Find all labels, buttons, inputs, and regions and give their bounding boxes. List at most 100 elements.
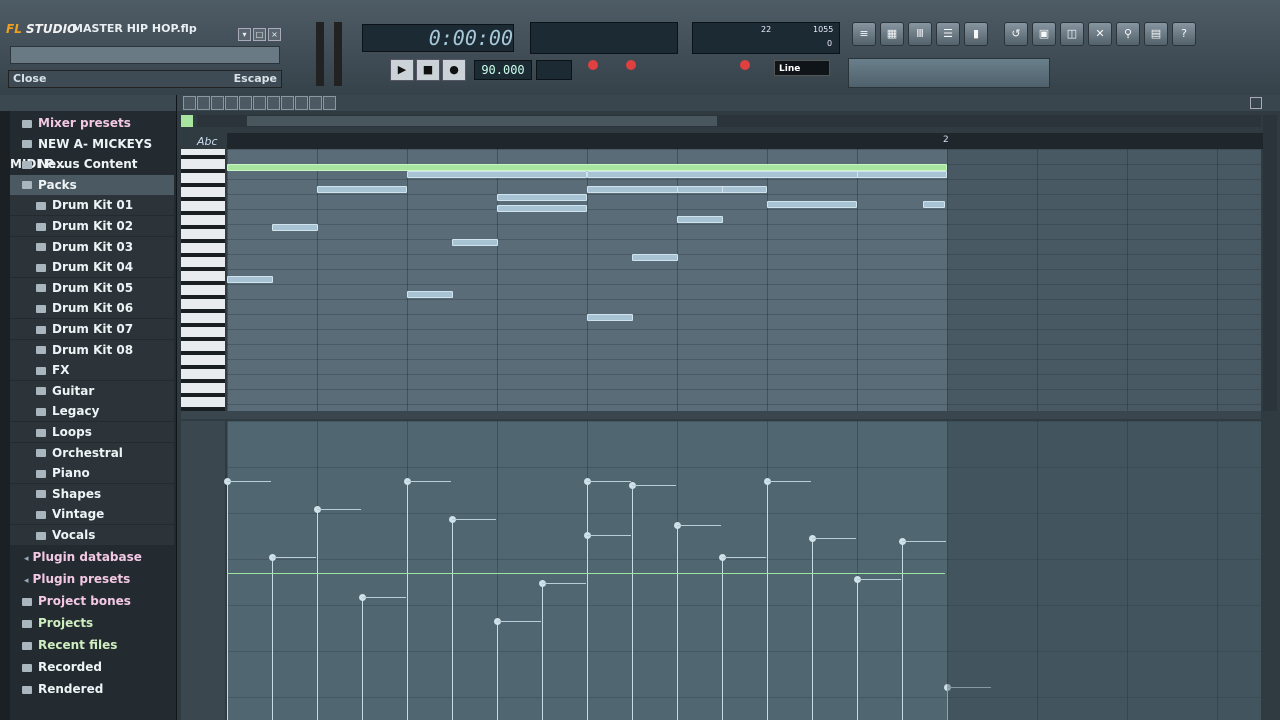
browser-scrollbar[interactable] (0, 111, 10, 720)
note-block[interactable] (407, 291, 453, 298)
note-block[interactable] (317, 186, 407, 193)
velocity-stem[interactable] (494, 618, 501, 720)
note-block[interactable] (632, 254, 678, 261)
label-tool[interactable]: Abc (197, 135, 218, 148)
browser-item[interactable]: NEW A- MICKEYS MIDI P... (10, 134, 174, 171)
browser-item[interactable]: Orchestral (10, 442, 174, 463)
browser-item[interactable]: Guitar (10, 380, 174, 401)
browser-item[interactable]: Drum Kit 04 (10, 257, 174, 278)
note-block[interactable] (677, 216, 723, 223)
search-icon[interactable]: ⚲ (1116, 22, 1140, 46)
note-block[interactable] (767, 201, 857, 208)
menu-arrow-icon[interactable]: ▾ (238, 28, 251, 41)
velocity-stem[interactable] (584, 532, 591, 720)
browser-item[interactable]: Drum Kit 08 (10, 339, 174, 360)
horizontal-scrollbar[interactable] (197, 115, 1261, 127)
piano-keyboard[interactable] (181, 149, 225, 411)
browser-item[interactable]: Drum Kit 06 (10, 298, 174, 319)
browser-item[interactable]: Drum Kit 05 (10, 277, 174, 298)
tools-icon[interactable]: ✕ (1088, 22, 1112, 46)
browser-item[interactable]: Drum Kit 02 (10, 216, 174, 236)
close-hint-bar[interactable]: Close Escape (8, 70, 282, 88)
note-block[interactable] (452, 239, 498, 246)
tempo-display[interactable]: 90.000 (474, 60, 532, 80)
note-block[interactable] (677, 186, 723, 193)
snap-tool-icon[interactable] (197, 96, 210, 110)
velocity-stem[interactable] (314, 506, 321, 720)
browser-item[interactable]: Loops (10, 422, 174, 442)
time-display[interactable]: 0:00:00 (362, 24, 514, 52)
stop-icon[interactable]: ■ (416, 59, 440, 81)
velocity-stem[interactable] (539, 580, 546, 720)
browser-item[interactable]: Project bones (10, 591, 174, 611)
browser-header[interactable] (0, 95, 176, 111)
velocity-stem[interactable] (359, 594, 366, 720)
menu-tool-icon[interactable] (183, 96, 196, 110)
velocity-stem[interactable] (224, 478, 231, 720)
delete-tool-icon[interactable] (253, 96, 266, 110)
browser-item[interactable]: Nexus Content (10, 154, 174, 174)
mixer-icon[interactable]: ▮ (964, 22, 988, 46)
close-icon[interactable]: × (268, 28, 281, 41)
master-volume-slider[interactable] (316, 22, 324, 86)
master-pitch-slider[interactable] (334, 22, 342, 86)
note-block[interactable] (497, 205, 587, 212)
restore-icon[interactable]: □ (253, 28, 266, 41)
velocity-stem[interactable] (764, 478, 771, 720)
playlist-icon[interactable]: ≡ (852, 22, 876, 46)
browser-item[interactable]: Packs (10, 174, 174, 195)
render-icon[interactable]: ◫ (1060, 22, 1084, 46)
step-sequencer-icon[interactable]: ▦ (880, 22, 904, 46)
playback-tool-icon[interactable] (323, 96, 336, 110)
browser-item[interactable]: Legacy (10, 401, 174, 422)
velocity-stem[interactable] (809, 535, 816, 720)
record-mode-icon[interactable] (588, 60, 598, 70)
paint-tool-icon[interactable] (239, 96, 252, 110)
magnet-tool-icon[interactable] (211, 96, 224, 110)
play-icon[interactable]: ▶ (390, 59, 414, 81)
velocity-stem[interactable] (269, 554, 276, 720)
loop-record-icon[interactable] (626, 60, 636, 70)
browser-item[interactable]: ◂ Plugin database (10, 547, 174, 567)
velocity-stem[interactable] (719, 554, 726, 720)
note-block[interactable] (227, 276, 273, 283)
browser-item[interactable]: Drum Kit 07 (10, 319, 174, 339)
plugin-hint-box[interactable] (848, 58, 1050, 88)
time-ruler[interactable]: 2 (227, 133, 1263, 149)
velocity-stem[interactable] (404, 478, 411, 720)
browser-item[interactable]: Projects (10, 613, 174, 633)
browser-item[interactable]: Drum Kit 03 (10, 236, 174, 257)
record-icon[interactable]: ● (442, 59, 466, 81)
velocity-stem[interactable] (629, 482, 636, 720)
mute-tool-icon[interactable] (267, 96, 280, 110)
channel-list-icon[interactable]: ☰ (936, 22, 960, 46)
select-tool-icon[interactable] (295, 96, 308, 110)
zoom-tool-icon[interactable] (309, 96, 322, 110)
velocity-stem[interactable] (854, 576, 861, 720)
draw-tool-icon[interactable] (225, 96, 238, 110)
note-block[interactable] (407, 171, 587, 178)
save-icon[interactable]: ▣ (1032, 22, 1056, 46)
browser-item[interactable]: Recent files (10, 635, 174, 655)
mode-select[interactable]: Line (774, 60, 830, 76)
note-block[interactable] (497, 194, 587, 201)
browser-item[interactable]: FX (10, 360, 174, 381)
scroll-thumb[interactable] (247, 116, 717, 126)
note-block[interactable] (272, 224, 318, 231)
undo-icon[interactable]: ↺ (1004, 22, 1028, 46)
vertical-scrollbar[interactable] (1263, 115, 1277, 411)
browser-item[interactable]: Shapes (10, 483, 174, 504)
browser-item[interactable]: Drum Kit 01 (10, 195, 174, 216)
browser-item[interactable]: Mixer presets (10, 113, 174, 133)
browser-item[interactable]: Vintage (10, 504, 174, 525)
help-icon[interactable]: ? (1172, 22, 1196, 46)
slice-tool-icon[interactable] (281, 96, 294, 110)
velocity-stem[interactable] (899, 538, 906, 720)
note-block[interactable] (587, 314, 633, 321)
browser-item[interactable]: Piano (10, 463, 174, 484)
note-block[interactable] (923, 201, 945, 208)
lane-splitter[interactable] (181, 411, 1261, 419)
browser-item[interactable]: Recorded (10, 657, 174, 677)
browser-item[interactable]: ◂ Plugin presets (10, 569, 174, 589)
maximize-icon[interactable] (1250, 97, 1262, 109)
